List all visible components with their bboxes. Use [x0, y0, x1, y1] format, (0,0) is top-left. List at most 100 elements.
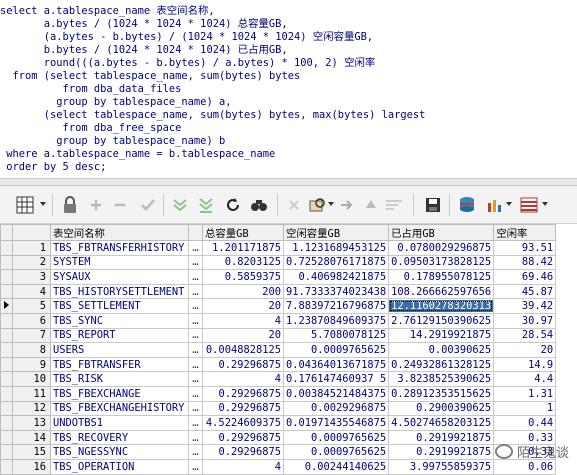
cell-used-gb[interactable]: 0.178955078125 — [388, 269, 495, 285]
column-header-free-gb[interactable]: 空闲容量GB — [282, 224, 390, 241]
cell-tablespace-name[interactable]: TBS_SYNC — [50, 312, 189, 329]
table-row[interactable]: 6 TBS_SYNC… 4 1.23870849609375 2.76129150390… — [0, 312, 557, 329]
cell-used-gb[interactable]: 108.266662597656 — [388, 283, 495, 300]
clear-icon[interactable] — [283, 194, 305, 216]
cell-expand-button[interactable]: … — [188, 327, 203, 344]
table-row[interactable]: 9 TBS_FBTRANSFER… 0.29296875 0.043640136718… — [0, 356, 557, 373]
chart-dropdown-icon[interactable] — [506, 202, 512, 206]
cell-free-gb[interactable]: 7.88397216796875 — [282, 298, 390, 314]
cell-free-rate[interactable]: 14.9 — [493, 356, 557, 373]
table-row[interactable]: 14 TBS_RECOVERY… 0.29296875 0.0009765625 0.2… — [0, 429, 557, 446]
cell-total-gb[interactable]: 0.29296875 — [202, 356, 284, 373]
cell-used-gb[interactable]: 14.2919921875 — [388, 327, 495, 344]
cell-expand-button[interactable]: … — [188, 429, 203, 446]
cell-total-gb[interactable]: 4 — [202, 371, 284, 387]
cell-expand-button[interactable]: … — [188, 269, 203, 285]
table-row[interactable]: 4 TBS_HISTORYSETTLEMENT… 200 91.73333740234… — [0, 283, 557, 300]
query-by-example-icon[interactable] — [306, 194, 328, 216]
table-row[interactable]: 7 TBS_REPORT… 20 5.7080078125 14.2919921875 2… — [0, 327, 557, 344]
sort-up-icon[interactable] — [360, 194, 382, 216]
cell-tablespace-name[interactable]: TBS_RECOVERY — [50, 429, 189, 446]
grid-view-icon[interactable] — [14, 194, 36, 216]
cell-expand-button[interactable]: … — [188, 458, 203, 475]
cell-used-gb[interactable]: 0.2900390625 — [388, 400, 495, 417]
cell-expand-button[interactable]: … — [188, 312, 203, 329]
cell-expand-button[interactable]: … — [188, 400, 203, 417]
cell-total-gb[interactable]: 0.0048828125 — [202, 342, 284, 358]
cell-tablespace-name[interactable]: TBS_OPERATION — [50, 458, 189, 475]
cell-expand-button[interactable]: … — [188, 298, 203, 314]
cell-used-gb[interactable]: 0.00390625 — [388, 342, 495, 358]
cell-free-rate[interactable]: 28.54 — [493, 327, 557, 344]
fetch-last-icon[interactable] — [195, 194, 217, 216]
cell-used-gb[interactable]: 0.09503173828125 — [388, 254, 495, 271]
cell-expand-button[interactable]: … — [188, 385, 203, 402]
post-edit-icon[interactable] — [137, 194, 159, 216]
cell-free-gb[interactable]: 0.0009765625 — [282, 342, 390, 358]
cell-free-gb[interactable]: 0.72528076171875 — [282, 254, 390, 271]
table-row[interactable]: 8 USERS… 0.0048828125 0.0009765625 0.0039062… — [0, 342, 557, 358]
cell-total-gb[interactable]: 0.5859375 — [202, 269, 284, 285]
cell-tablespace-name[interactable]: TBS_FBTRANSFER — [50, 356, 189, 373]
result-grid[interactable]: 表空间名称 总容量GB 空闲容量GB 已占用GB 空闲率 1 TBS_FBTRAN… — [0, 224, 577, 475]
column-header-free-rate[interactable]: 空闲率 — [493, 224, 557, 241]
cell-free-gb[interactable]: 0.0009765625 — [282, 429, 390, 446]
cell-expand-button[interactable]: … — [188, 415, 203, 431]
cell-total-gb[interactable]: 20 — [202, 327, 284, 344]
cell-total-gb[interactable]: 0.29296875 — [202, 429, 284, 446]
database-icon[interactable] — [456, 194, 478, 216]
cell-free-rate[interactable]: 4.4 — [493, 371, 557, 387]
delete-row-icon[interactable] — [109, 194, 131, 216]
table-row[interactable]: 13 UNDOTBS1… 4.5224609375 0.01971435546875 4… — [0, 415, 557, 431]
cell-tablespace-name[interactable]: UNDOTBS1 — [50, 415, 189, 431]
cell-free-rate[interactable]: 45.87 — [493, 283, 557, 300]
cell-total-gb[interactable]: 4.5224609375 — [202, 415, 284, 431]
cell-free-gb[interactable]: 5.7080078125 — [282, 327, 390, 344]
cell-tablespace-name[interactable]: TBS_FBEXCHANGE — [50, 385, 189, 402]
cell-used-gb[interactable]: 0.2919921875 — [388, 429, 495, 446]
table-row[interactable]: 2 SYSTEM… 0.8203125 0.72528076171875 0.09503… — [0, 254, 557, 271]
cell-total-gb[interactable]: 1.201171875 — [202, 240, 284, 256]
cell-free-rate[interactable]: 88.42 — [493, 254, 557, 271]
cell-expand-button[interactable]: … — [188, 283, 203, 300]
cell-used-gb[interactable]: 0.2919921875 — [388, 444, 495, 460]
cell-free-gb[interactable]: 0.00244140625 — [282, 458, 390, 475]
cell-total-gb[interactable]: 0.29296875 — [202, 444, 284, 460]
cell-tablespace-name[interactable]: SYSTEM — [50, 254, 189, 271]
cell-tablespace-name[interactable]: SYSAUX — [50, 269, 189, 285]
fetch-next-icon[interactable] — [169, 194, 191, 216]
find-icon[interactable] — [248, 194, 270, 216]
grid-view-dropdown-icon[interactable] — [40, 202, 46, 206]
cell-tablespace-name[interactable]: TBS_FBEXCHANGEHISTORY — [50, 400, 189, 417]
cell-used-gb[interactable]: 0.28912353515625 — [388, 385, 495, 402]
cell-free-gb[interactable]: 0.176147460937 5 — [282, 371, 390, 387]
cell-expand-button[interactable]: … — [188, 356, 203, 373]
table-row[interactable]: 3 SYSAUX… 0.5859375 0.406982421875 0.1789550… — [0, 269, 557, 285]
column-header-total-gb[interactable]: 总容量GB — [202, 224, 284, 241]
cell-tablespace-name[interactable]: TBS_NGESSYNC — [50, 444, 189, 460]
table-options-dropdown-icon[interactable] — [542, 202, 548, 206]
cell-used-gb[interactable]: 4.50274658203125 — [388, 415, 495, 431]
column-header-tablespace-name[interactable]: 表空间名称 — [50, 224, 189, 241]
cell-expand-button[interactable]: … — [188, 371, 203, 387]
column-header-used-gb[interactable]: 已占用GB — [388, 224, 495, 241]
cell-expand-button[interactable]: … — [188, 254, 203, 271]
cell-free-rate[interactable]: 1.31 — [493, 385, 557, 402]
pane-splitter[interactable] — [0, 178, 577, 186]
cell-total-gb[interactable]: 4 — [202, 458, 284, 475]
cell-used-gb[interactable]: 2.76129150390625 — [388, 312, 495, 329]
cell-free-gb[interactable]: 91.7333374023438 — [282, 283, 390, 300]
table-row[interactable]: 1 TBS_FBTRANSFERHISTORY… 1.201171875 1.1231… — [0, 240, 557, 256]
cell-total-gb[interactable]: 0.29296875 — [202, 400, 284, 417]
lock-icon[interactable] — [59, 194, 81, 216]
cell-free-gb[interactable]: 0.01971435546875 — [282, 415, 390, 431]
qbe-dropdown-icon[interactable] — [328, 202, 334, 206]
cell-free-gb[interactable]: 0.0029296875 — [282, 400, 390, 417]
table-row[interactable]: 16 TBS_OPERATION… 4 0.00244140625 3.99755859… — [0, 458, 557, 475]
sort-down-icon[interactable] — [383, 194, 405, 216]
cell-tablespace-name[interactable]: TBS_FBTRANSFERHISTORY — [50, 240, 189, 256]
cell-expand-button[interactable]: … — [188, 444, 203, 460]
table-row[interactable]: 11 TBS_FBEXCHANGE… 0.29296875 0.00384521484… — [0, 385, 557, 402]
cell-used-gb[interactable]: 3.99755859375 — [388, 458, 495, 475]
cell-free-rate[interactable]: 93.51 — [493, 240, 557, 256]
